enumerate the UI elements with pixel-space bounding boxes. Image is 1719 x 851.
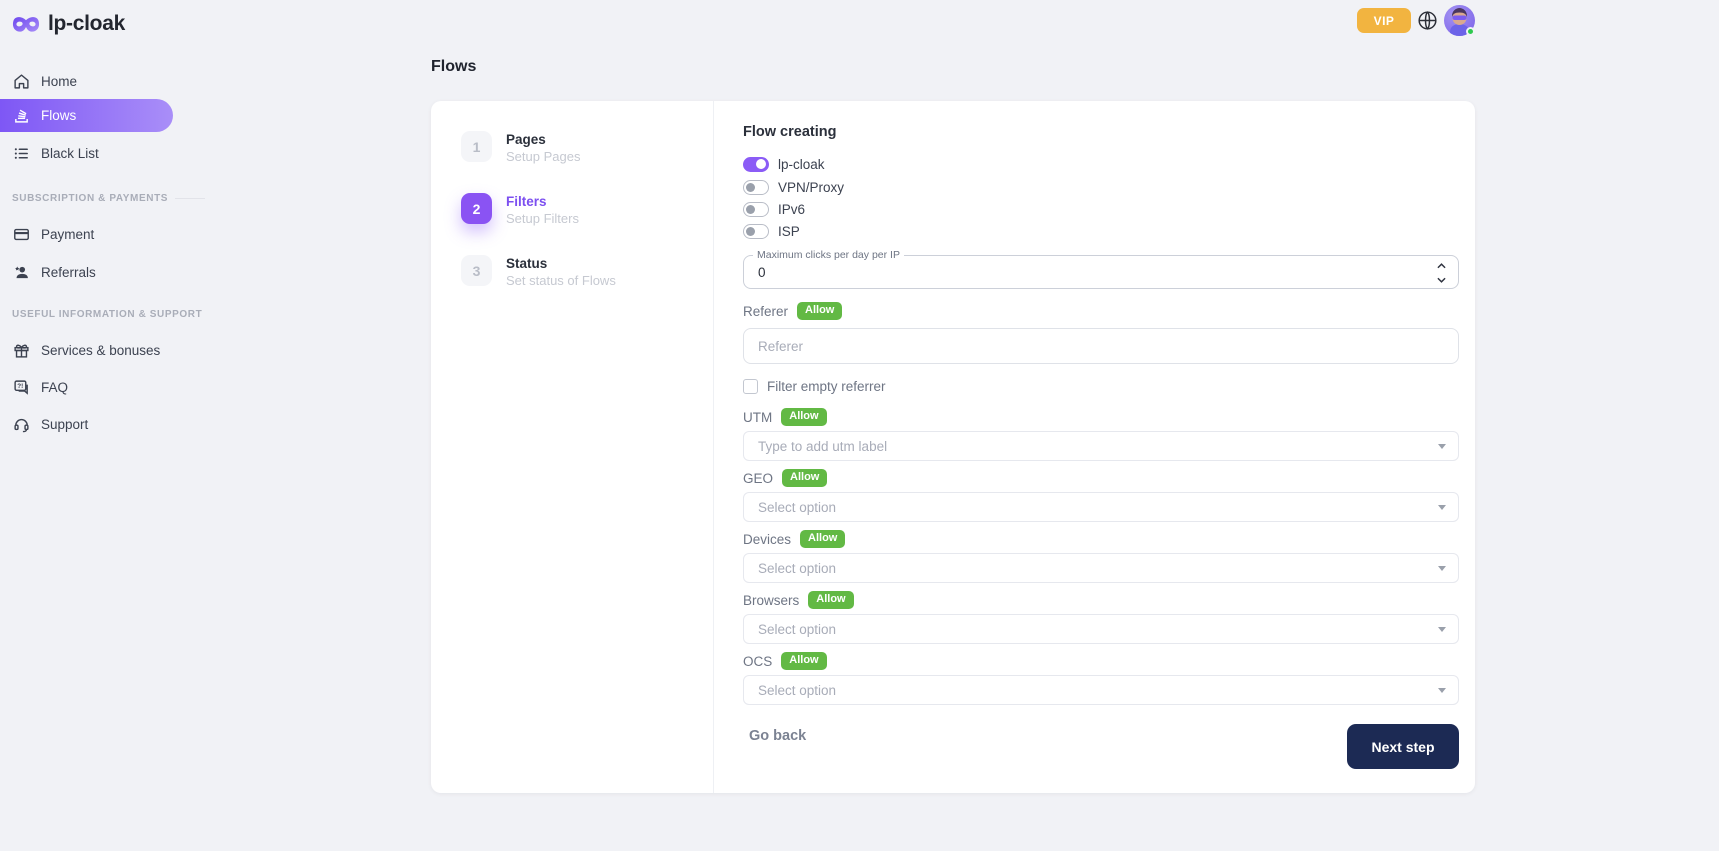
home-icon bbox=[12, 72, 30, 90]
devices-label: Devices bbox=[743, 532, 791, 547]
toggle-row-lp-cloak[interactable]: lp-cloak bbox=[743, 157, 825, 172]
sidebar-item-flows[interactable]: Flows bbox=[0, 99, 173, 132]
ocs-select[interactable] bbox=[743, 675, 1459, 705]
next-step-button[interactable]: Next step bbox=[1347, 724, 1459, 769]
vpn-proxy-toggle[interactable] bbox=[743, 180, 769, 195]
utm-label-row: UTM Allow bbox=[743, 408, 827, 426]
ipv6-toggle[interactable] bbox=[743, 202, 769, 217]
utm-label: UTM bbox=[743, 410, 772, 425]
sidebar-item-faq[interactable]: ?! FAQ bbox=[0, 372, 173, 402]
online-status-dot bbox=[1466, 27, 1475, 36]
step-title: Status bbox=[506, 255, 616, 272]
page-title: Flows bbox=[431, 58, 476, 76]
toggle-label: lp-cloak bbox=[778, 157, 825, 172]
geo-label: GEO bbox=[743, 471, 773, 486]
section-divider bbox=[175, 198, 205, 199]
sidebar-item-black-list[interactable]: Black List bbox=[0, 138, 173, 168]
lp-cloak-toggle[interactable] bbox=[743, 157, 769, 172]
devices-allow-badge[interactable]: Allow bbox=[800, 530, 845, 548]
filter-empty-referrer-checkbox[interactable] bbox=[743, 379, 758, 394]
sidebar-item-label: FAQ bbox=[41, 380, 68, 395]
geo-allow-badge[interactable]: Allow bbox=[782, 469, 827, 487]
devices-select-wrap bbox=[743, 553, 1459, 583]
sidebar-item-label: Support bbox=[41, 417, 88, 432]
mask-icon bbox=[12, 14, 40, 34]
ocs-label: OCS bbox=[743, 654, 772, 669]
step-title: Filters bbox=[506, 193, 579, 210]
sidebar-item-services-bonuses[interactable]: Services & bonuses bbox=[0, 335, 173, 365]
sidebar-item-label: Referrals bbox=[41, 265, 96, 280]
svg-text:?!: ?! bbox=[17, 383, 23, 390]
browsers-select-wrap bbox=[743, 614, 1459, 644]
browsers-label-row: Browsers Allow bbox=[743, 591, 854, 609]
sidebar-item-label: Flows bbox=[41, 108, 76, 123]
person-add-icon bbox=[12, 263, 30, 281]
sidebar-item-home[interactable]: Home bbox=[0, 66, 173, 96]
utm-allow-badge[interactable]: Allow bbox=[781, 408, 826, 426]
browsers-allow-badge[interactable]: Allow bbox=[808, 591, 853, 609]
toggle-label: VPN/Proxy bbox=[778, 180, 844, 195]
max-clicks-field: Maximum clicks per day per IP bbox=[743, 255, 1459, 289]
sidebar-item-label: Black List bbox=[41, 146, 99, 161]
toggle-row-vpn-proxy[interactable]: VPN/Proxy bbox=[743, 180, 844, 195]
flows-icon bbox=[12, 107, 30, 125]
go-back-button[interactable]: Go back bbox=[749, 728, 806, 744]
ocs-label-row: OCS Allow bbox=[743, 652, 827, 670]
isp-toggle[interactable] bbox=[743, 224, 769, 239]
sidebar-item-label: Payment bbox=[41, 227, 94, 242]
devices-select[interactable] bbox=[743, 553, 1459, 583]
step-title: Pages bbox=[506, 131, 580, 148]
panel-title: Flow creating bbox=[743, 124, 836, 140]
sidebar-section-subscription: SUBSCRIPTION & PAYMENTS bbox=[12, 193, 205, 204]
gift-icon bbox=[12, 341, 30, 359]
max-clicks-label: Maximum clicks per day per IP bbox=[753, 249, 904, 261]
toggle-row-ipv6[interactable]: IPv6 bbox=[743, 202, 805, 217]
list-icon bbox=[12, 144, 30, 162]
vip-button[interactable]: VIP bbox=[1357, 8, 1411, 33]
ocs-select-wrap bbox=[743, 675, 1459, 705]
browsers-label: Browsers bbox=[743, 593, 799, 608]
faq-chat-icon: ?! bbox=[12, 378, 30, 396]
globe-icon[interactable] bbox=[1417, 10, 1438, 31]
referer-allow-badge[interactable]: Allow bbox=[797, 302, 842, 320]
devices-label-row: Devices Allow bbox=[743, 530, 845, 548]
browsers-select[interactable] bbox=[743, 614, 1459, 644]
step-subtitle: Set status of Flows bbox=[506, 272, 616, 289]
step-subtitle: Setup Pages bbox=[506, 148, 580, 165]
referer-label-row: Referer Allow bbox=[743, 302, 842, 320]
credit-card-icon bbox=[12, 225, 30, 243]
geo-select[interactable] bbox=[743, 492, 1459, 522]
referer-label: Referer bbox=[743, 304, 788, 319]
panel-divider bbox=[713, 101, 714, 793]
headset-icon bbox=[12, 415, 30, 433]
sidebar-item-label: Home bbox=[41, 74, 77, 89]
toggle-row-isp[interactable]: ISP bbox=[743, 224, 800, 239]
referer-input[interactable] bbox=[743, 328, 1459, 364]
utm-select[interactable] bbox=[743, 431, 1459, 461]
step-number: 1 bbox=[461, 131, 492, 162]
step-number: 3 bbox=[461, 255, 492, 286]
step-filters[interactable]: 2 Filters Setup Filters bbox=[461, 193, 579, 227]
step-pages[interactable]: 1 Pages Setup Pages bbox=[461, 131, 580, 165]
utm-select-wrap bbox=[743, 431, 1459, 461]
step-status[interactable]: 3 Status Set status of Flows bbox=[461, 255, 616, 289]
number-stepper[interactable] bbox=[1435, 263, 1447, 283]
sidebar-section-support: USEFUL INFORMATION & SUPPORT bbox=[12, 309, 202, 320]
step-number: 2 bbox=[461, 193, 492, 224]
sidebar-item-label: Services & bonuses bbox=[41, 343, 160, 358]
flow-creating-card: 1 Pages Setup Pages 2 Filters Setup Filt… bbox=[431, 101, 1475, 793]
checkbox-label: Filter empty referrer bbox=[767, 379, 886, 394]
toggle-label: ISP bbox=[778, 224, 800, 239]
toggle-label: IPv6 bbox=[778, 202, 805, 217]
sidebar-item-support[interactable]: Support bbox=[0, 409, 173, 439]
step-subtitle: Setup Filters bbox=[506, 210, 579, 227]
ocs-allow-badge[interactable]: Allow bbox=[781, 652, 826, 670]
brand-logo[interactable]: lp-cloak bbox=[12, 12, 125, 36]
sidebar-item-referrals[interactable]: Referrals bbox=[0, 257, 173, 287]
filter-empty-referrer-row[interactable]: Filter empty referrer bbox=[743, 379, 886, 394]
sidebar-item-payment[interactable]: Payment bbox=[0, 219, 173, 249]
geo-select-wrap bbox=[743, 492, 1459, 522]
geo-label-row: GEO Allow bbox=[743, 469, 827, 487]
brand-name: lp-cloak bbox=[48, 12, 125, 36]
